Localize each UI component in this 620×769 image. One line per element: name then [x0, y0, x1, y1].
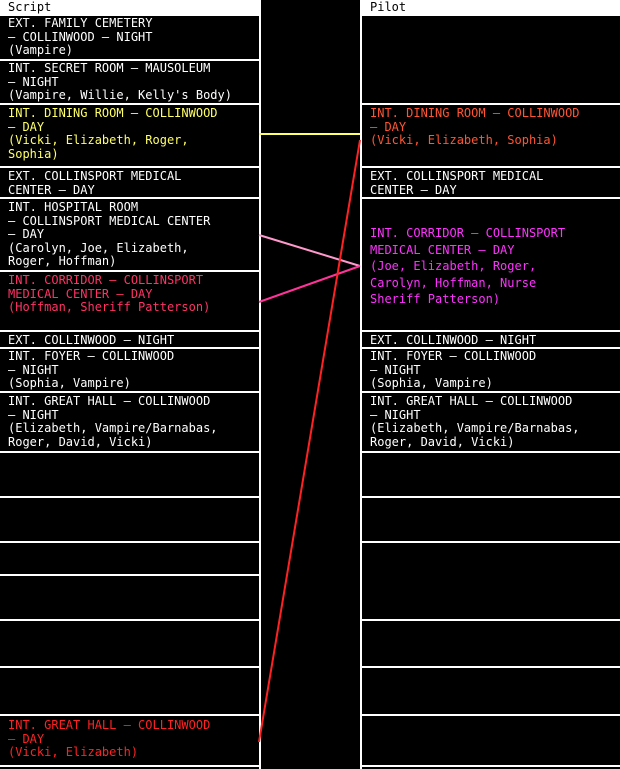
row-divider [0, 103, 259, 105]
row-divider [0, 541, 259, 543]
scene-line: INT. CORRIDOR – COLLINSPORT [8, 273, 204, 287]
row-divider [362, 197, 620, 199]
scene-line: INT. DINING ROOM – COLLINWOOD [370, 106, 580, 120]
script-scene-7[interactable]: EXT. COLLINWOOD – NIGHT [8, 333, 175, 348]
scene-line: EXT. COLLINWOOD – NIGHT [370, 333, 537, 347]
scene-line: EXT. COLLINSPORT MEDICAL [8, 169, 182, 183]
row-divider [362, 496, 620, 498]
row-divider [362, 765, 620, 767]
scene-line: – NIGHT [370, 407, 421, 422]
scene-line: MEDICAL CENTER – DAY [370, 242, 515, 257]
pilot-scene-5[interactable]: INT. FOYER – COLLINWOOD – NIGHT (Sophia, V… [370, 349, 537, 391]
pilot-scene-4[interactable]: EXT. COLLINWOOD – NIGHT [370, 333, 537, 348]
scene-line: Roger, David, Vicki) [8, 434, 153, 449]
scene-line: (Vicki, Elizabeth, Sophia) [370, 133, 558, 147]
row-divider [0, 765, 259, 767]
scene-line: (Hoffman, Sheriff Patterson) [8, 300, 211, 314]
scene-line: – DAY [8, 119, 45, 134]
scene-line: INT. GREAT HALL – COLLINWOOD [8, 394, 211, 408]
row-divider [362, 714, 620, 716]
scene-line: (Sophia, Vampire) [8, 376, 131, 390]
row-divider [362, 619, 620, 621]
scene-line: Carolyn, Hoffman, Nurse [370, 275, 537, 290]
script-scene-5[interactable]: INT. HOSPITAL ROOM – COLLINSPORT MEDICAL … [8, 200, 211, 269]
scene-line: INT. FOYER – COLLINWOOD [8, 349, 175, 363]
script-column: Script EXT. FAMILY CEMETERY – COLLINWOOD … [0, 0, 261, 769]
scene-line: INT. CORRIDOR – COLLINSPORT [370, 226, 566, 240]
scene-line: (Vampire) [8, 43, 74, 57]
scene-line: – NIGHT [8, 407, 59, 422]
pilot-scene-1[interactable]: INT. DINING ROOM – COLLINWOOD – DAY (Vicki… [370, 106, 580, 148]
row-divider [362, 391, 620, 393]
scene-line: (Vicki, Elizabeth, Roger, [8, 133, 189, 147]
row-divider [0, 166, 259, 168]
row-divider [0, 451, 259, 453]
scene-line: INT. FOYER – COLLINWOOD [370, 349, 537, 363]
scene-line: (Vicki, Elizabeth) [8, 745, 139, 759]
scene-line: – DAY [370, 119, 407, 134]
scene-line: EXT. COLLINSPORT MEDICAL [370, 169, 544, 183]
script-scene-6[interactable]: INT. CORRIDOR – COLLINSPORT MEDICAL CENTE… [8, 273, 211, 315]
script-scene-1[interactable]: EXT. FAMILY CEMETERY – COLLINWOOD – NIGHT… [8, 16, 153, 58]
scene-line: (Carolyn, Joe, Elizabeth, [8, 240, 189, 255]
scene-line: EXT. COLLINWOOD – NIGHT [8, 333, 175, 347]
scene-line: (Elizabeth, Vampire/Barnabas, [8, 421, 218, 435]
row-divider [362, 166, 620, 168]
scene-line: (Vampire, Willie, Kelly's Body) [8, 88, 232, 102]
scene-line: Roger, Hoffman) [8, 254, 117, 268]
row-divider [362, 666, 620, 668]
row-divider [0, 330, 259, 332]
scene-line: (Elizabeth, Vampire/Barnabas, [370, 421, 580, 435]
scene-line: INT. HOSPITAL ROOM [8, 200, 139, 214]
scene-line: – COLLINWOOD – NIGHT [8, 29, 153, 44]
connector-corridor-to-corridor [258, 265, 361, 303]
scene-line: INT. DINING ROOM – COLLINWOOD [8, 106, 218, 120]
row-divider [362, 14, 620, 16]
scene-line: CENTER – DAY [8, 182, 95, 197]
row-divider [362, 330, 620, 332]
script-scene-9[interactable]: INT. GREAT HALL – COLLINWOOD – NIGHT (Eliz… [8, 394, 218, 449]
row-divider [0, 619, 259, 621]
script-scene-4[interactable]: EXT. COLLINSPORT MEDICAL CENTER – DAY [8, 169, 182, 197]
pilot-scene-2[interactable]: EXT. COLLINSPORT MEDICAL CENTER – DAY [370, 169, 544, 197]
scene-line: CENTER – DAY [370, 182, 457, 197]
scene-line: EXT. FAMILY CEMETERY [8, 16, 153, 30]
connector-hospital-to-corridor [258, 234, 361, 267]
scene-line: MEDICAL CENTER – DAY [8, 286, 153, 301]
scene-line: – DAY [8, 227, 45, 241]
pilot-scene-3[interactable]: INT. CORRIDOR – COLLINSPORT MEDICAL CENTE… [370, 225, 565, 308]
row-divider [0, 391, 259, 393]
row-divider [0, 197, 259, 199]
script-scene-8[interactable]: INT. FOYER – COLLINWOOD – NIGHT (Sophia, V… [8, 349, 175, 391]
scene-line: – NIGHT [8, 74, 59, 89]
script-scene-2[interactable]: INT. SECRET ROOM – MAUSOLEUM – NIGHT (Vamp… [8, 61, 232, 103]
scene-line: INT. GREAT HALL – COLLINWOOD [8, 718, 211, 732]
script-scene-10[interactable]: INT. GREAT HALL – COLLINWOOD – DAY (Vicki,… [8, 718, 211, 760]
scene-line: INT. GREAT HALL – COLLINWOOD [370, 394, 573, 408]
row-divider [0, 574, 259, 576]
scene-line: Sophia) [8, 146, 59, 161]
row-divider [0, 496, 259, 498]
row-divider [0, 666, 259, 668]
scene-line: INT. SECRET ROOM – MAUSOLEUM [8, 61, 211, 75]
scene-line: Sheriff Patterson) [370, 292, 501, 306]
scene-line: (Joe, Elizabeth, Roger, [370, 259, 537, 273]
scene-line: – NIGHT [8, 362, 59, 377]
scene-line: – NIGHT [370, 362, 421, 377]
pilot-column: Pilot INT. DINING ROOM – COLLINWOOD – DAY… [360, 0, 620, 769]
row-divider [0, 270, 259, 272]
row-divider [362, 541, 620, 543]
row-divider [0, 714, 259, 716]
pilot-scene-6[interactable]: INT. GREAT HALL – COLLINWOOD – NIGHT (Eliz… [370, 394, 580, 449]
scene-line: Roger, David, Vicki) [370, 434, 515, 449]
scene-line: – DAY [8, 731, 45, 746]
row-divider [362, 103, 620, 105]
connector-great-hall-to-dining [258, 139, 361, 743]
row-divider [362, 451, 620, 453]
script-scene-3[interactable]: INT. DINING ROOM – COLLINWOOD – DAY (Vicki… [8, 106, 218, 161]
scene-line: – COLLINSPORT MEDICAL CENTER [8, 213, 211, 228]
scene-line: (Sophia, Vampire) [370, 376, 493, 390]
